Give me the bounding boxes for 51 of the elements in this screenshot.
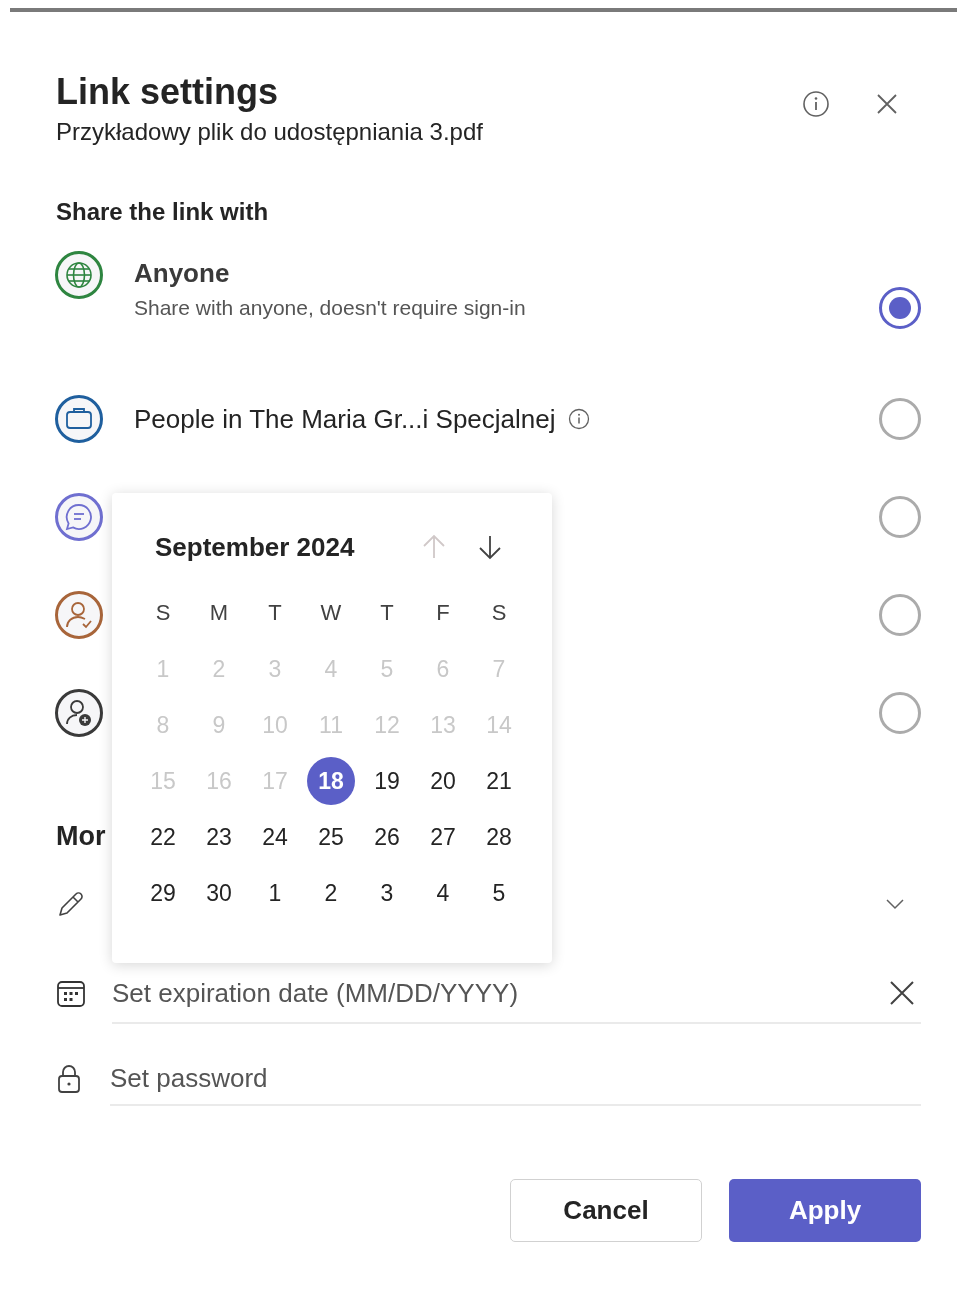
calendar-day[interactable]: 4 xyxy=(419,869,467,917)
lock-icon xyxy=(56,1063,82,1095)
calendar-day[interactable]: 22 xyxy=(139,813,187,861)
calendar-day[interactable]: 1 xyxy=(251,869,299,917)
calendar-icon xyxy=(56,979,86,1009)
weekday-label: S xyxy=(155,600,171,626)
apply-button[interactable]: Apply xyxy=(729,1179,921,1242)
calendar-day[interactable]: 2 xyxy=(307,869,355,917)
calendar-day[interactable]: 20 xyxy=(419,757,467,805)
radio-button[interactable] xyxy=(879,496,921,538)
close-icon[interactable] xyxy=(876,93,898,115)
option-title: People in The Maria Gr...i Specjalnej xyxy=(134,403,556,436)
info-icon[interactable] xyxy=(567,408,590,430)
section-heading: Mor xyxy=(56,820,106,853)
chevron-down-icon[interactable] xyxy=(885,898,905,910)
calendar-day[interactable]: 28 xyxy=(475,813,523,861)
dialog-title: Link settings xyxy=(56,70,280,114)
pencil-icon xyxy=(56,889,86,919)
down-arrow-icon[interactable] xyxy=(476,533,504,561)
weekday-label: W xyxy=(320,600,342,626)
password-field[interactable]: Set password xyxy=(110,1062,921,1094)
file-name: Przykładowy plik do udostępniania 3.pdf xyxy=(56,117,484,147)
weekday-label: T xyxy=(380,600,394,626)
weekday-label: S xyxy=(491,600,507,626)
radio-button[interactable] xyxy=(879,594,921,636)
calendar-day[interactable]: 3 xyxy=(363,869,411,917)
calendar-day[interactable]: 18 xyxy=(307,757,355,805)
calendar-day[interactable]: 23 xyxy=(195,813,243,861)
radio-button[interactable] xyxy=(879,398,921,440)
radio-button[interactable] xyxy=(879,287,921,329)
calendar-month: September 2024 xyxy=(155,531,356,563)
info-icon[interactable] xyxy=(802,90,830,118)
calendar-day[interactable]: 25 xyxy=(307,813,355,861)
calendar-day[interactable]: 21 xyxy=(475,757,523,805)
weekday-label: T xyxy=(268,600,282,626)
calendar-day[interactable]: 26 xyxy=(363,813,411,861)
calendar-day[interactable]: 19 xyxy=(363,757,411,805)
calendar-day[interactable]: 24 xyxy=(251,813,299,861)
cancel-button[interactable]: Cancel xyxy=(510,1179,702,1242)
clear-icon[interactable] xyxy=(889,980,915,1006)
option-description: Share with anyone, doesn't require sign-in xyxy=(134,295,527,321)
section-heading: Share the link with xyxy=(56,197,270,227)
expiration-date-field[interactable]: Set expiration date (MM/DD/YYYY) xyxy=(112,977,889,1009)
calendar-day[interactable]: 27 xyxy=(419,813,467,861)
option-title: Anyone xyxy=(134,257,230,290)
calendar-day[interactable]: 30 xyxy=(195,869,243,917)
calendar-day[interactable]: 5 xyxy=(475,869,523,917)
weekday-label: M xyxy=(209,600,229,626)
radio-button[interactable] xyxy=(879,692,921,734)
calendar-day[interactable]: 29 xyxy=(139,869,187,917)
weekday-label: F xyxy=(436,600,450,626)
